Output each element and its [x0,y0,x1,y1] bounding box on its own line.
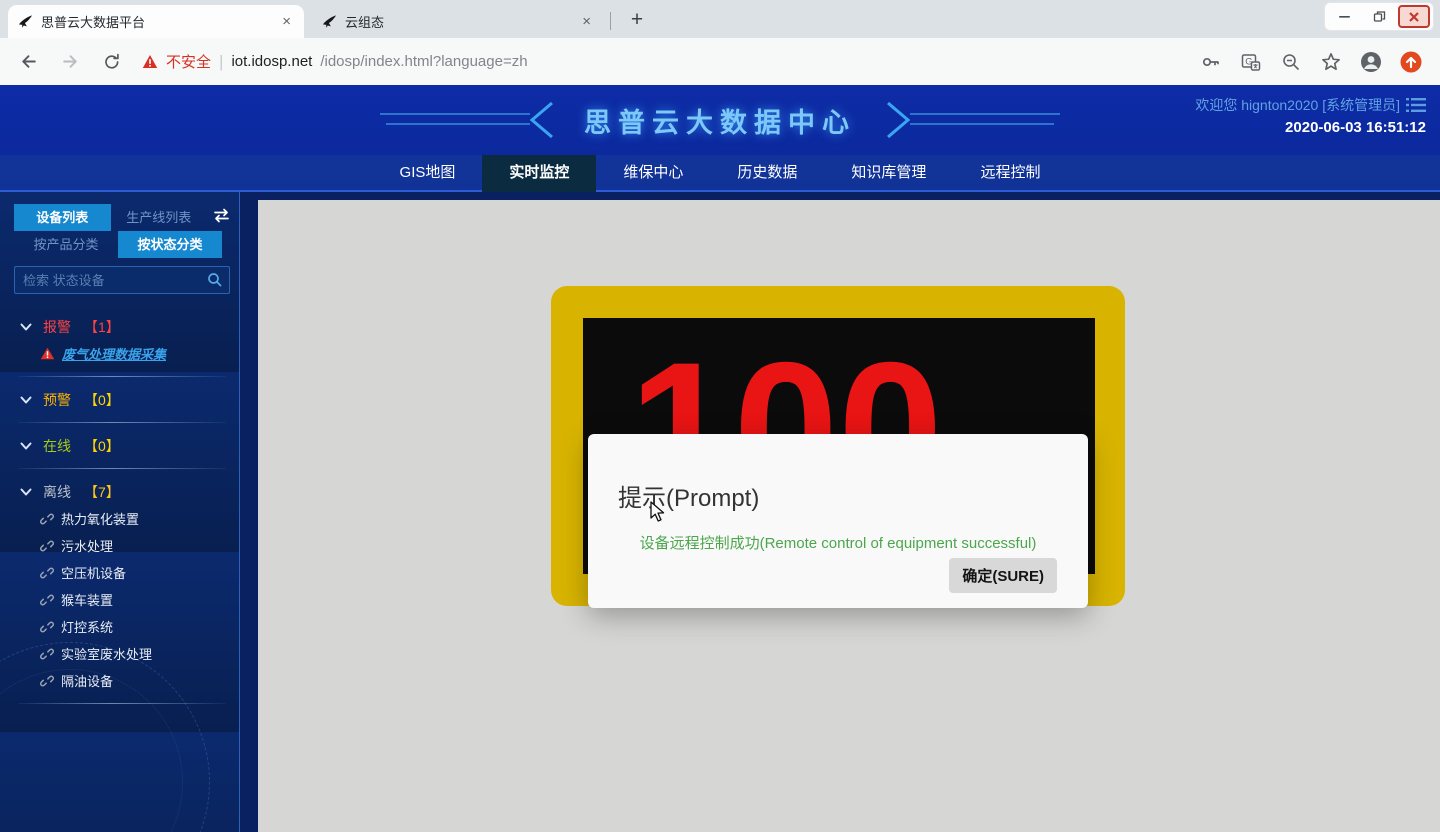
search-icon[interactable] [207,272,230,288]
nav-remote-control[interactable]: 远程控制 [953,155,1067,192]
url-divider: | [219,52,223,72]
tree-label: 预警 [43,390,71,410]
tree-label: 在线 [43,436,71,456]
device-search-box [14,266,230,294]
tree-section-alarm: 报警 【1】 废气处理数据采集 [0,304,240,377]
refresh-button[interactable] [98,48,126,76]
tab-title: 思普云大数据平台 [41,12,271,31]
offline-device-item[interactable]: 灯控系统 [0,613,240,640]
tree-section-online: 在线 【0】 [0,423,240,469]
chevron-down-icon [20,322,32,332]
tree-node-offline[interactable]: 离线 【7】 [0,478,240,505]
search-input[interactable] [15,273,207,288]
tree-section-warning: 预警 【0】 [0,377,240,423]
tree-node-online[interactable]: 在线 【0】 [0,432,240,459]
bookmark-star-icon[interactable] [1318,49,1344,75]
broken-link-icon [40,512,54,526]
chevron-down-icon [20,487,32,497]
toolbar-icons: G [1198,49,1424,75]
new-tab-button[interactable]: + [622,6,652,34]
password-key-icon[interactable] [1198,49,1224,75]
chevron-down-icon [20,441,32,451]
favicon-dart-icon [18,14,33,29]
close-button[interactable] [1398,5,1430,28]
browser-tab-platform[interactable]: 思普云大数据平台 × [8,5,304,38]
offline-device-item[interactable]: 空压机设备 [0,559,240,586]
tab-production-line-list[interactable]: 生产线列表 [111,204,208,231]
welcome-text: 欢迎您 hignton2020 [系统管理员] [1195,95,1400,115]
page-title: 思普云大数据中心 [584,101,856,140]
nav-history-data[interactable]: 历史数据 [710,155,824,192]
alarm-device-label: 废气处理数据采集 [62,344,166,363]
tree-node-warning[interactable]: 预警 【0】 [0,386,240,413]
tab-by-product[interactable]: 按产品分类 [14,231,118,258]
broken-link-icon [40,620,54,634]
forward-button[interactable] [56,48,84,76]
offline-device-item[interactable]: 热力氧化装置 [0,505,240,532]
security-warning-icon [142,54,158,69]
dialog-title: 提示(Prompt) [618,478,759,513]
translate-icon[interactable]: G [1238,49,1264,75]
confirm-button[interactable]: 确定(SURE) [949,558,1057,593]
window-controls [1324,2,1434,31]
nav-knowledge-base[interactable]: 知识库管理 [824,155,953,192]
tree-label: 离线 [43,482,71,502]
security-label: 不安全 [166,51,211,72]
tab-divider [610,12,611,30]
profile-avatar[interactable] [1358,49,1384,75]
tree-count: 【0】 [84,390,120,410]
device-sidebar: 设备列表 生产线列表 按产品分类 按状态分类 报警 【1】 废气处理数据采集 [0,192,240,832]
menu-list-icon[interactable] [1406,97,1426,118]
tree-count: 【1】 [84,317,120,337]
back-button[interactable] [14,48,42,76]
tab-by-status[interactable]: 按状态分类 [118,231,222,258]
nav-realtime-monitor[interactable]: 实时监控 [482,155,596,192]
title-right-wing [870,99,1060,141]
favicon-dart-icon [322,14,337,29]
app-header: 思普云大数据中心 欢迎您 hignton2020 [系统管理员] 2020-06… [0,85,1440,155]
main-navbar: GIS地图 实时监控 维保中心 历史数据 知识库管理 远程控制 [0,155,1440,192]
offline-device-item[interactable]: 猴车装置 [0,586,240,613]
tab-title: 云组态 [345,12,571,31]
minimize-button[interactable] [1328,5,1360,28]
alarm-triangle-icon [40,347,55,360]
browser-addressbar: 不安全 | iot.idosp.net/idosp/index.html?lan… [0,38,1440,85]
zoom-out-icon[interactable] [1278,49,1304,75]
device-status-tree: 报警 【1】 废气处理数据采集 预警 【0】 在线 【0】 [0,304,240,704]
restore-button[interactable] [1363,5,1395,28]
broken-link-icon [40,566,54,580]
sidebar-tab-row-1: 设备列表 生产线列表 [14,204,230,231]
offline-device-item[interactable]: 污水处理 [0,532,240,559]
nav-gis-map[interactable]: GIS地图 [373,155,483,192]
sidebar-tab-row-2: 按产品分类 按状态分类 [14,231,230,258]
dialog-message: 设备远程控制成功(Remote control of equipment suc… [588,532,1088,553]
swap-icon[interactable] [213,208,230,228]
browser-update-icon[interactable] [1398,49,1424,75]
mouse-cursor [650,501,667,528]
tree-count: 【7】 [84,482,120,502]
browser-tab-cloud[interactable]: 云组态 × [312,5,604,38]
tree-node-alarm[interactable]: 报警 【1】 [0,313,240,340]
tab-close-icon[interactable]: × [279,13,294,30]
nav-maintenance-center[interactable]: 维保中心 [596,155,710,192]
url-field[interactable]: 不安全 | iot.idosp.net/idosp/index.html?lan… [142,51,1198,72]
title-left-wing [380,99,570,141]
url-path: /idosp/index.html?language=zh [320,53,527,70]
broken-link-icon [40,593,54,607]
tab-close-icon[interactable]: × [579,13,594,30]
tree-label: 报警 [43,317,71,337]
chevron-down-icon [20,395,32,405]
tab-device-list[interactable]: 设备列表 [14,204,111,231]
url-host: iot.idosp.net [231,53,312,70]
tree-count: 【0】 [84,436,120,456]
broken-link-icon [40,539,54,553]
alarm-device-item[interactable]: 废气处理数据采集 [0,340,240,367]
browser-tabstrip: 思普云大数据平台 × 云组态 × + [0,0,1440,38]
current-datetime: 2020-06-03 16:51:12 [1285,119,1426,136]
